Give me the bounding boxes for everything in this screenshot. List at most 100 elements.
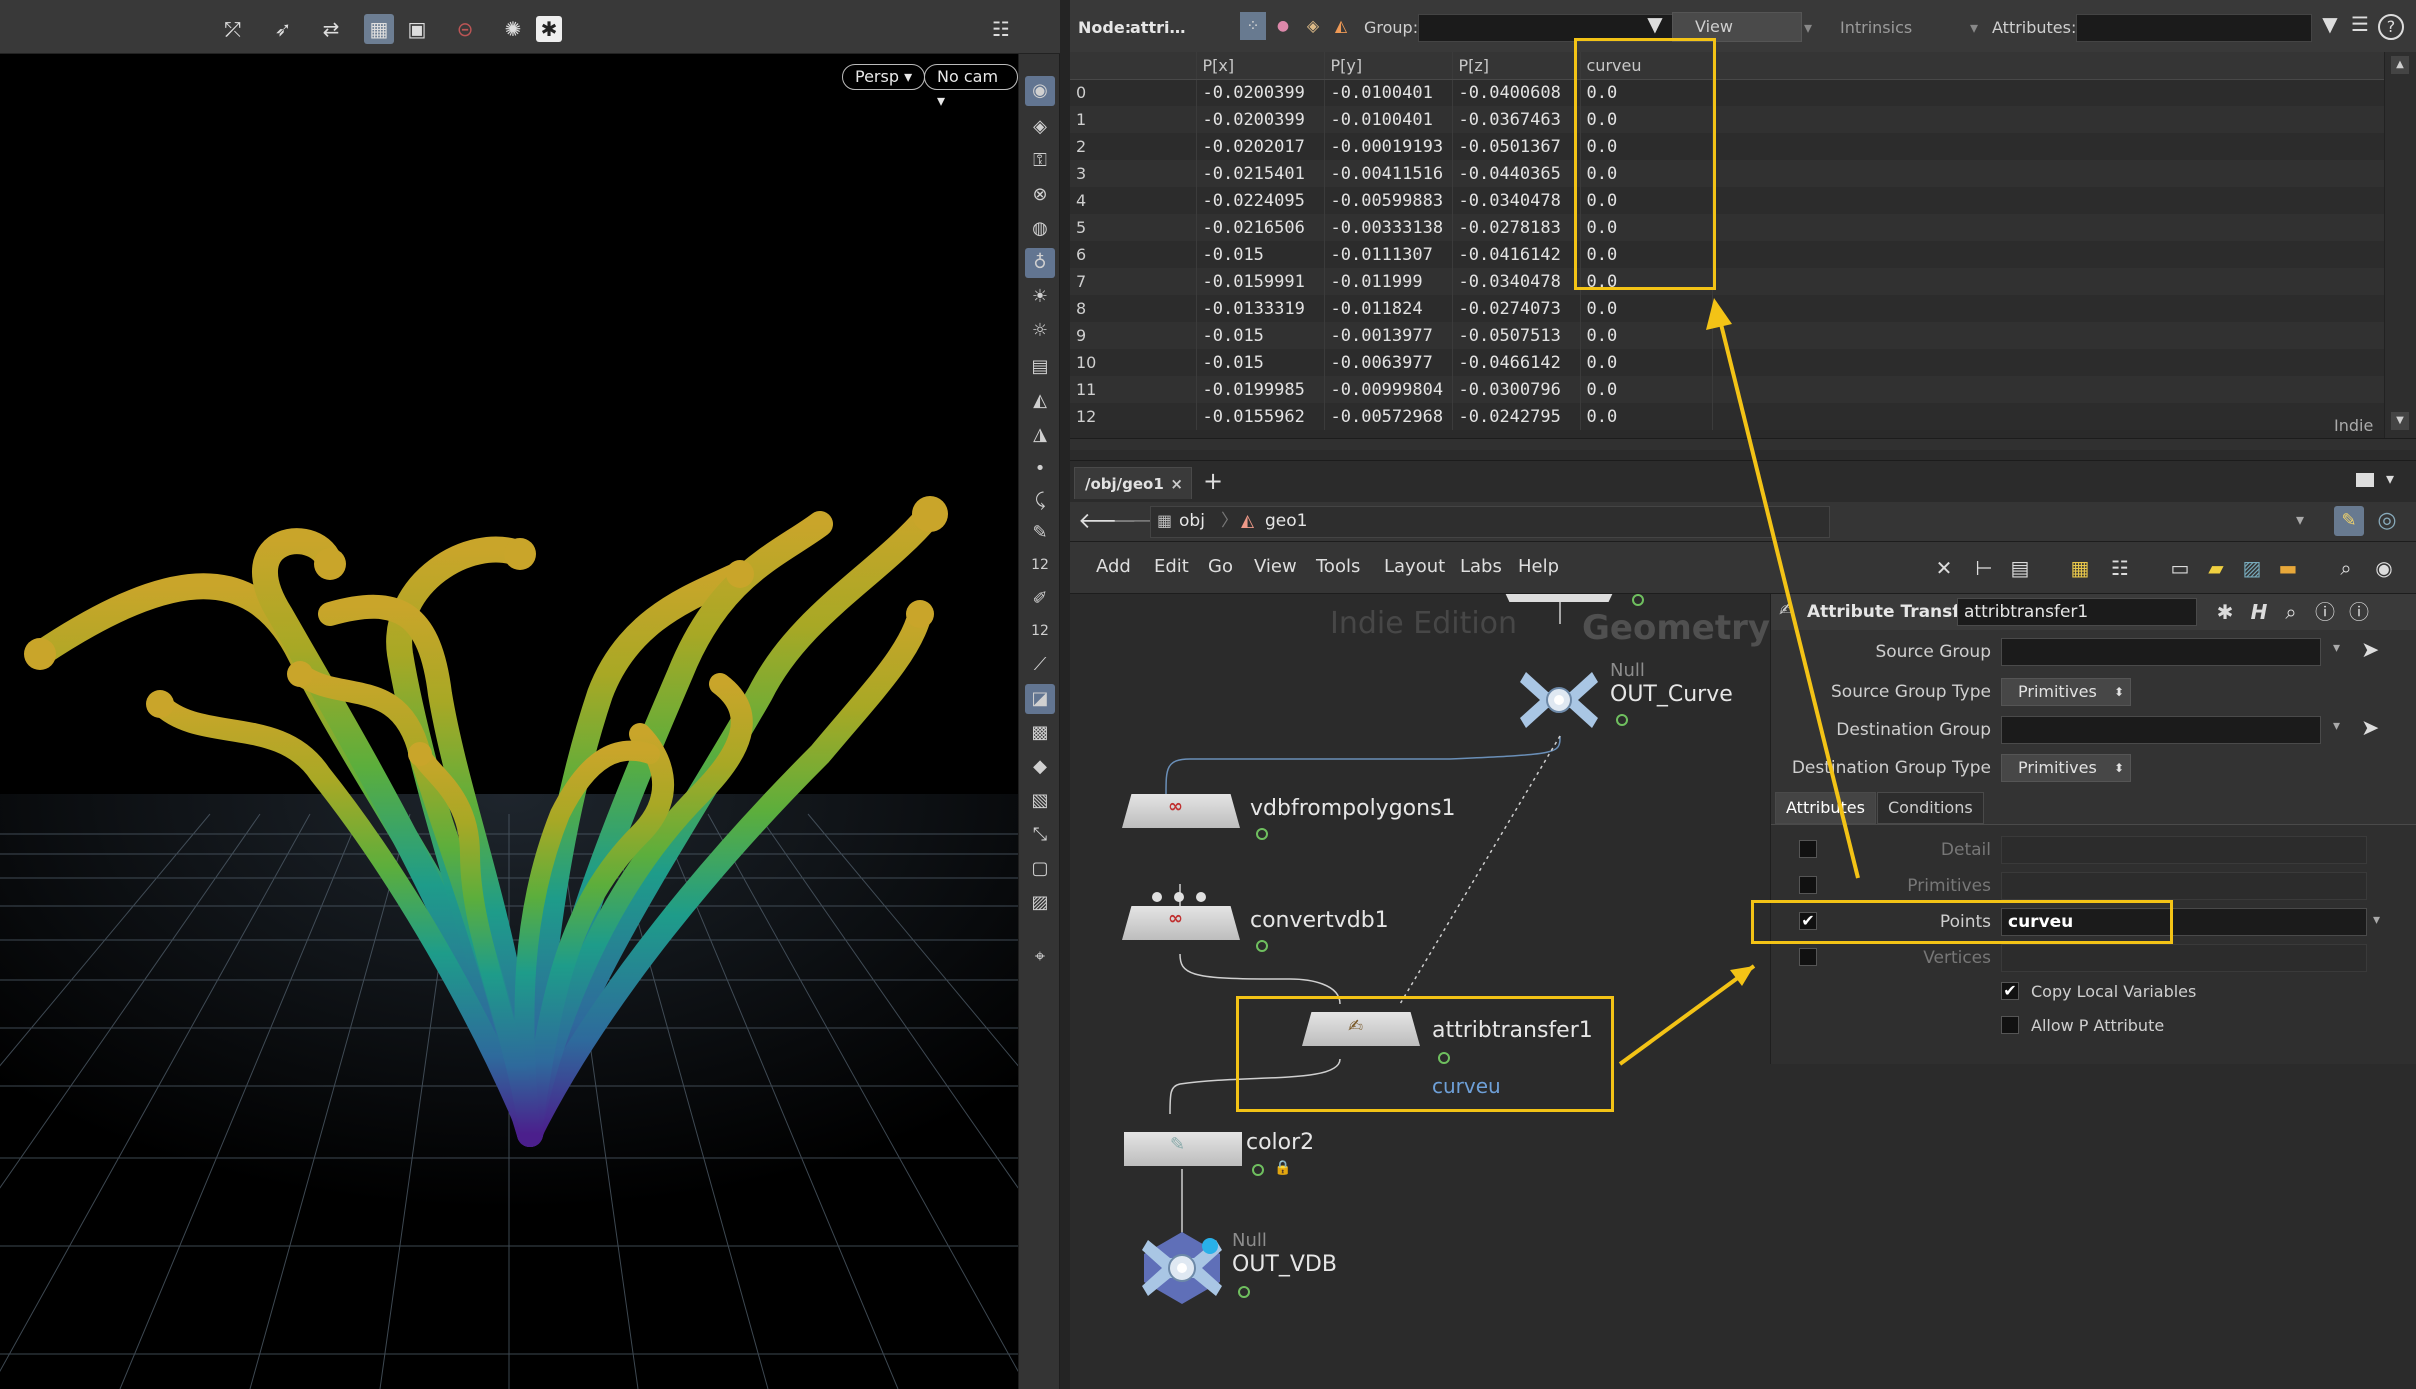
row-index[interactable]: 0 — [1070, 79, 1197, 106]
table-cell[interactable]: -0.0133319 — [1196, 295, 1325, 322]
table-cell[interactable]: -0.0400608 — [1452, 79, 1581, 106]
row-index[interactable]: 5 — [1070, 214, 1197, 241]
sticky-note-icon[interactable]: ▰ — [2202, 554, 2230, 582]
menu-go[interactable]: Go — [1208, 556, 1233, 577]
dest-group-select-icon[interactable]: ➤ — [2361, 716, 2379, 741]
table-cell[interactable]: -0.0200399 — [1196, 106, 1325, 133]
table-cell[interactable]: -0.0224095 — [1196, 187, 1325, 214]
copy-local-checkbox[interactable]: ✔ — [2001, 982, 2019, 1000]
paint-icon[interactable]: ✐ — [1025, 584, 1055, 614]
table-cell[interactable]: -0.0063977 — [1324, 349, 1453, 376]
path-dropdown-icon[interactable]: ▾ — [2296, 510, 2304, 529]
node-attribtransfer[interactable]: ✍ — [1302, 1004, 1420, 1046]
image-icon[interactable]: ▨ — [1025, 888, 1055, 918]
menu-view[interactable]: View — [1254, 556, 1297, 577]
allow-p-checkbox[interactable] — [2001, 1016, 2019, 1034]
vertex-numbers-icon[interactable]: 12 — [1025, 616, 1055, 646]
table-view-icon[interactable]: ☷ — [2106, 554, 2134, 582]
row-index[interactable]: 11 — [1070, 376, 1197, 403]
tab-obj-geo1[interactable]: /obj/geo1 × — [1074, 467, 1192, 499]
upstream-node-flag[interactable] — [1632, 594, 1644, 606]
col-header-py[interactable]: P[y] — [1324, 52, 1453, 80]
lock-flag-icon[interactable]: 🔒 — [1274, 1160, 1291, 1176]
view-dropdown-icon[interactable]: ▾ — [1804, 18, 1812, 37]
convertvdb-name[interactable]: convertvdb1 — [1250, 908, 1389, 933]
node-convertvdb[interactable]: ∞ — [1122, 898, 1240, 940]
col-header-index[interactable] — [1070, 52, 1197, 80]
table-row[interactable]: 3 -0.0215401 -0.00411516 -0.0440365 0.0 — [1070, 160, 2384, 187]
table-cell[interactable]: -0.011999 — [1324, 268, 1453, 295]
vertices-mode-icon[interactable]: ● — [1270, 12, 1296, 40]
wireframe-icon[interactable]: ◭ — [1025, 386, 1055, 416]
detail-mode-icon[interactable]: ◭ — [1328, 12, 1354, 40]
path-crumb-obj[interactable]: obj — [1179, 507, 1205, 535]
display-options-icon[interactable]: ☷ — [986, 14, 1016, 44]
source-group-type-menu[interactable]: Primitives ⬍ — [2001, 678, 2131, 706]
vdbfrompolygons-name[interactable]: vdbfrompolygons1 — [1250, 796, 1456, 821]
primitives-field[interactable] — [2001, 872, 2367, 900]
snap-icon[interactable]: ⊗ — [1025, 180, 1055, 210]
ghost-icon[interactable]: ◈ — [1025, 112, 1055, 142]
table-cell[interactable]: -0.00599883 — [1324, 187, 1453, 214]
sphere-icon[interactable]: ◍ — [1025, 214, 1055, 244]
brush-icon[interactable]: ✎ — [1025, 518, 1055, 548]
node-color[interactable]: ✎ — [1124, 1124, 1242, 1166]
menu-edit[interactable]: Edit — [1154, 556, 1189, 577]
table-row[interactable]: 0 -0.0200399 -0.0100401 -0.0400608 0.0 — [1070, 79, 2384, 106]
list-view-icon[interactable]: ▤ — [2006, 554, 2034, 582]
table-cell[interactable]: -0.0216506 — [1196, 214, 1325, 241]
table-cell[interactable]: -0.0242795 — [1452, 403, 1581, 430]
row-index[interactable]: 3 — [1070, 160, 1197, 187]
menu-layout[interactable]: Layout — [1384, 556, 1445, 577]
row-index[interactable]: 7 — [1070, 268, 1197, 295]
out-curve-flag[interactable] — [1616, 714, 1628, 726]
intrinsics-menu[interactable]: Intrinsics — [1840, 18, 1912, 37]
scroll-up-icon[interactable]: ▲ — [2391, 56, 2409, 74]
layers-icon[interactable]: ▬ — [2274, 554, 2302, 582]
network-box-icon[interactable]: ▭ — [2166, 554, 2194, 582]
checker-icon[interactable]: ▩ — [1025, 718, 1055, 748]
tab-conditions[interactable]: Conditions — [1877, 792, 1984, 824]
lock-icon[interactable]: ⚿ — [1025, 146, 1055, 176]
display-mode-icon[interactable]: ▤ — [1025, 352, 1055, 382]
map-icon[interactable]: ▧ — [1025, 786, 1055, 816]
out-vdb-flag[interactable] — [1238, 1286, 1250, 1298]
gear-icon[interactable]: ✱ — [536, 16, 562, 42]
numbers-icon[interactable]: 12 — [1025, 550, 1055, 580]
color-flag[interactable] — [1252, 1164, 1264, 1176]
table-cell[interactable]: -0.0215401 — [1196, 160, 1325, 187]
attribtransfer-flag[interactable] — [1438, 1052, 1450, 1064]
table-cell[interactable]: -0.0416142 — [1452, 241, 1581, 268]
table-cell[interactable]: -0.0100401 — [1324, 79, 1453, 106]
table-cell[interactable]: -0.015 — [1196, 322, 1325, 349]
row-index[interactable]: 1 — [1070, 106, 1197, 133]
wrench-icon[interactable]: ✕ — [1930, 554, 1958, 582]
select-mode-icon[interactable]: ⤱ — [218, 14, 248, 44]
primitives-mode-icon[interactable]: ◈ — [1300, 12, 1326, 40]
lighting-icon[interactable]: ✺ — [498, 14, 528, 44]
snapshot-icon[interactable]: ▣ — [402, 14, 432, 44]
pin-icon[interactable]: ⌖ — [1025, 942, 1055, 972]
table-cell[interactable]: -0.0466142 — [1452, 349, 1581, 376]
background-image-icon[interactable]: ▨ — [2238, 554, 2266, 582]
source-group-field[interactable] — [2001, 638, 2321, 666]
row-index[interactable]: 8 — [1070, 295, 1197, 322]
table-cell[interactable]: -0.00999804 — [1324, 376, 1453, 403]
attributes-field[interactable] — [2076, 14, 2312, 42]
node-out-curve[interactable] — [1518, 668, 1600, 732]
transform-handle-icon[interactable]: ⇄ — [316, 14, 346, 44]
search-icon[interactable]: ⌕ — [2332, 554, 2360, 582]
table-cell[interactable]: -0.0111307 — [1324, 241, 1453, 268]
points-mode-icon[interactable]: ⁘ — [1240, 12, 1266, 40]
table-row[interactable]: 2 -0.0202017 -0.00019193 -0.0501367 0.0 — [1070, 133, 2384, 160]
scene-viewport[interactable]: ⤱ ➶ ⇄ ▦ ▣ ⊝ ✺ ✱ ☷ Persp ▾ No cam ▾ — [0, 0, 1018, 1389]
row-index[interactable]: 6 — [1070, 241, 1197, 268]
pane-layout-icon[interactable] — [2356, 473, 2374, 487]
menu-add[interactable]: Add — [1096, 556, 1131, 577]
help-icon[interactable]: ⓘ — [2345, 598, 2373, 626]
col-header-px[interactable]: P[x] — [1196, 52, 1325, 80]
dest-group-dropdown-icon[interactable]: ▾ — [2333, 718, 2340, 734]
table-cell[interactable]: -0.0278183 — [1452, 214, 1581, 241]
scale-icon[interactable]: ⤡ — [1025, 820, 1055, 850]
menu-icon[interactable]: ☰ — [2346, 12, 2374, 42]
